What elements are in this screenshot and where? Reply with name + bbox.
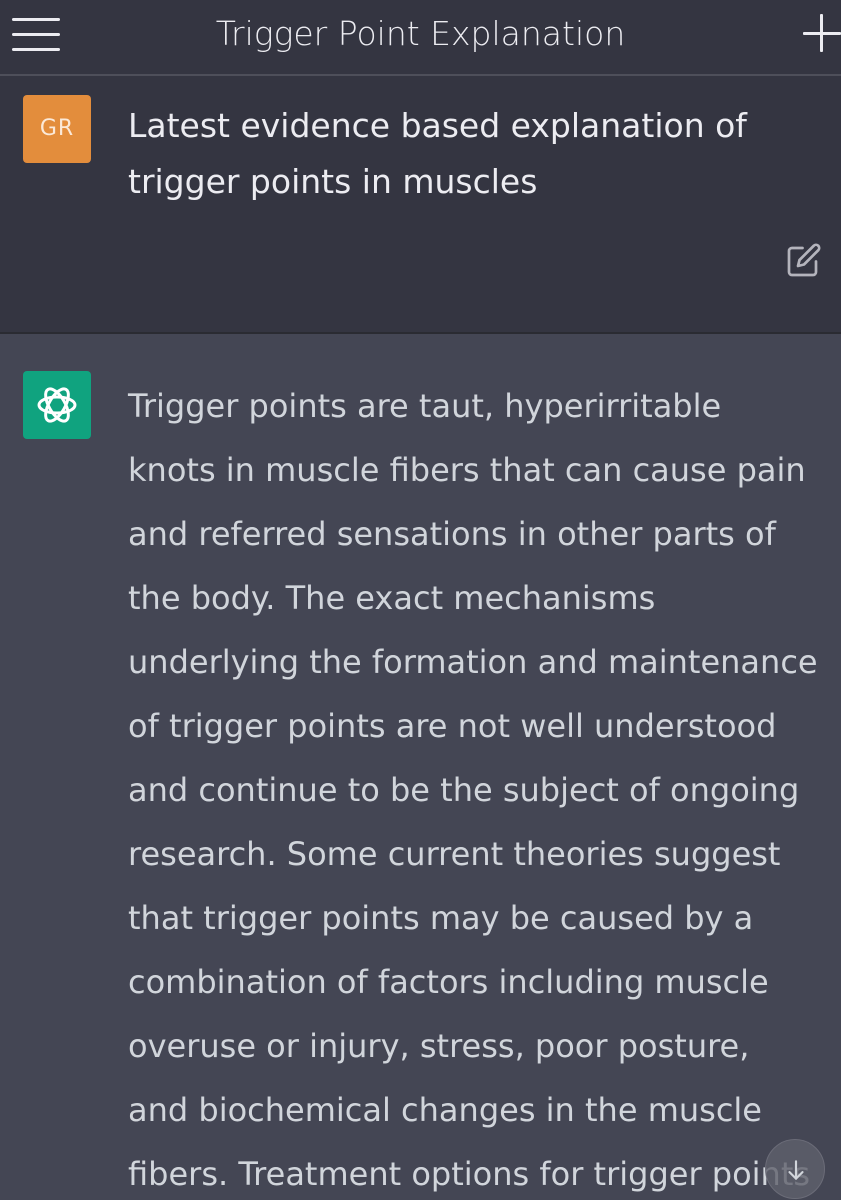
assistant-text-line: Trigger points are taut, hyperirritable (128, 387, 722, 425)
assistant-message-text: Trigger points are taut, hyperirritable … (128, 374, 828, 1200)
assistant-message: Trigger points are taut, hyperirritable … (0, 334, 841, 1200)
assistant-text-line: overuse or injury, stress, poor posture, (128, 1027, 750, 1065)
openai-logo-icon (23, 371, 91, 439)
scroll-down-button[interactable] (765, 1139, 825, 1199)
user-message-text: Latest evidence based explanation of tri… (128, 106, 747, 201)
assistant-text-line: and continue to be the subject of ongoin… (128, 771, 800, 809)
plus-stroke (820, 14, 823, 52)
menu-line (12, 33, 60, 36)
hamburger-menu-icon[interactable] (12, 14, 60, 54)
assistant-text-line: that trigger points may be caused by a (128, 899, 754, 937)
edit-icon[interactable] (786, 242, 822, 278)
plus-icon[interactable] (803, 14, 841, 52)
user-avatar: GR (23, 95, 91, 163)
assistant-text-line: and referred sensations in other parts o… (128, 515, 776, 553)
assistant-text-line: fibers. Treatment options for trigger po… (128, 1155, 811, 1193)
menu-line (12, 48, 60, 51)
arrow-down-icon (788, 1160, 804, 1180)
chat-app: Trigger Point Explanation GR Latest evid… (0, 0, 841, 1200)
page-title: Trigger Point Explanation (215, 14, 626, 53)
assistant-text-line: and biochemical changes in the muscle (128, 1091, 762, 1129)
assistant-text-line: research. Some current theories suggest (128, 835, 781, 873)
menu-line (12, 18, 60, 21)
assistant-text-line: underlying the formation and maintenance (128, 643, 818, 681)
assistant-text-line: the body. The exact mechanisms (128, 579, 656, 617)
assistant-text-line: knots in muscle fibers that can cause pa… (128, 451, 806, 489)
user-message: GR Latest evidence based explanation of … (0, 76, 841, 334)
assistant-text-line: of trigger points are not well understoo… (128, 707, 777, 745)
assistant-text-line: combination of factors including muscle (128, 963, 769, 1001)
top-bar: Trigger Point Explanation (0, 0, 841, 76)
